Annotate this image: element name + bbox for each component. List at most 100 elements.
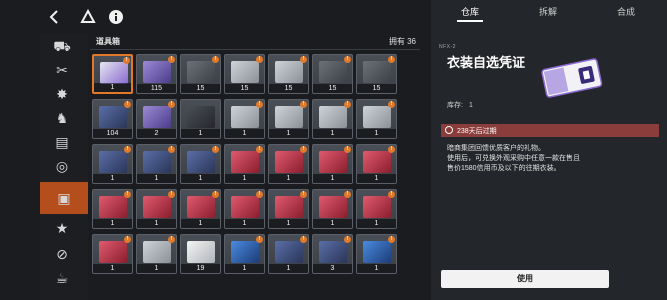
new-badge: ! [256,191,263,198]
item-art [363,61,391,83]
item-quantity: 1 [269,264,308,273]
item-quantity: 15 [181,84,220,93]
inventory-item[interactable]: ! 104 [92,99,133,139]
item-art [231,61,259,83]
inventory-item[interactable]: ! 3 [312,234,353,274]
inventory-item[interactable]: ! 1 [92,189,133,229]
inventory-item[interactable]: ! 1 [136,189,177,229]
item-art [231,151,259,173]
item-tagline: NFX-2 [439,44,456,50]
inventory-count: 拥有 36 [388,37,416,46]
new-badge: ! [123,57,130,64]
item-quantity: 19 [181,264,220,273]
item-art [99,106,127,128]
inventory-item[interactable]: ! 1 [312,99,353,139]
item-grid: ! 1! 115! 15! 15! 15! 15! 15! 104! 2 1! 1! 1! 1! 1! 1! 1… [92,54,422,300]
vehicle-icon[interactable]: ⛟ [48,34,76,58]
inventory-item[interactable]: ! 1 [312,144,353,184]
inventory-item[interactable]: ! 15 [224,54,265,94]
item-quantity: 3 [313,264,352,273]
inventory-item[interactable]: ! 15 [180,54,221,94]
item-art [99,151,127,173]
panel-tabs: 仓库 拆解 合成 [431,0,667,24]
item-quantity: 15 [225,84,264,93]
tab-dismantle[interactable]: 拆解 [509,0,587,24]
inventory-item[interactable]: ! 1 [180,144,221,184]
new-badge: ! [168,146,175,153]
item-art [187,241,215,263]
item-art [187,61,215,83]
item-quantity: 1 [181,219,220,228]
slash-icon[interactable]: ⊘ [48,242,76,266]
new-badge: ! [124,101,131,108]
new-badge: ! [212,56,219,63]
inventory-item[interactable]: ! 1 [92,54,133,94]
inventory-item[interactable]: ! 1 [224,144,265,184]
inventory-item[interactable]: ! 2 [136,99,177,139]
inventory-item[interactable]: ! 15 [356,54,397,94]
item-art [319,241,347,263]
inventory-header: 道具箱 拥有 36 [90,34,420,50]
inventory-item[interactable]: ! 1 [136,144,177,184]
use-button[interactable]: 使用 [441,270,609,288]
expiry-bar: 238天后过期 [441,124,659,137]
drive-icon[interactable] [80,8,96,25]
inventory-item[interactable]: ! 15 [268,54,309,94]
bust-icon[interactable]: ♞ [48,106,76,130]
inventory-item[interactable]: ! 1 [136,234,177,274]
inventory-item[interactable]: ! 1 [268,234,309,274]
stack-icon[interactable]: ▣ [40,182,88,214]
inventory-item[interactable]: ! 1 [356,189,397,229]
inventory-item[interactable]: ! 1 [224,189,265,229]
inventory-item[interactable]: ! 1 [224,99,265,139]
back-icon[interactable] [47,9,63,25]
inventory-item[interactable]: ! 1 [356,99,397,139]
blade-icon[interactable]: ✂ [48,58,76,82]
item-art [363,196,391,218]
new-badge: ! [344,191,351,198]
item-art [363,151,391,173]
inventory-item[interactable]: ! 15 [312,54,353,94]
inventory-item[interactable]: ! 1 [268,144,309,184]
target-icon[interactable]: ◎ [48,154,76,178]
tab-craft[interactable]: 合成 [587,0,665,24]
item-quantity: 1 [357,174,396,183]
inventory-item[interactable]: ! 1 [356,144,397,184]
new-badge: ! [300,191,307,198]
inventory-item[interactable]: ! 1 [356,234,397,274]
gear-icon[interactable]: ✸ [48,82,76,106]
new-badge: ! [212,191,219,198]
item-art [319,151,347,173]
item-art [275,151,303,173]
item-art [143,241,171,263]
inventory-item[interactable]: ! 1 [92,234,133,274]
inventory-item[interactable]: ! 1 [180,189,221,229]
new-badge: ! [124,191,131,198]
item-art [187,151,215,173]
new-badge: ! [168,236,175,243]
new-badge: ! [344,146,351,153]
inventory-item[interactable]: ! 1 [92,144,133,184]
inventory-item[interactable]: ! 1 [224,234,265,274]
inventory-item[interactable]: ! 115 [136,54,177,94]
item-quantity: 1 [93,219,132,228]
inventory-item[interactable]: 19 [180,234,221,274]
inventory-item[interactable]: 1 [180,99,221,139]
star-icon[interactable]: ★ [48,216,76,240]
info-icon[interactable] [108,9,124,25]
new-badge: ! [344,236,351,243]
document-icon[interactable]: ▤ [48,130,76,154]
stock-line: 库存: 1 [447,100,473,110]
tab-warehouse[interactable]: 仓库 [431,0,509,24]
item-quantity: 1 [137,219,176,228]
new-badge: ! [256,236,263,243]
item-quantity: 1 [137,174,176,183]
item-quantity: 1 [137,264,176,273]
item-quantity: 1 [181,174,220,183]
inventory-item[interactable]: ! 1 [312,189,353,229]
item-quantity: 104 [93,129,132,138]
new-badge: ! [168,56,175,63]
cup-icon[interactable]: ☕ [48,266,76,290]
inventory-item[interactable]: ! 1 [268,99,309,139]
inventory-item[interactable]: ! 1 [268,189,309,229]
